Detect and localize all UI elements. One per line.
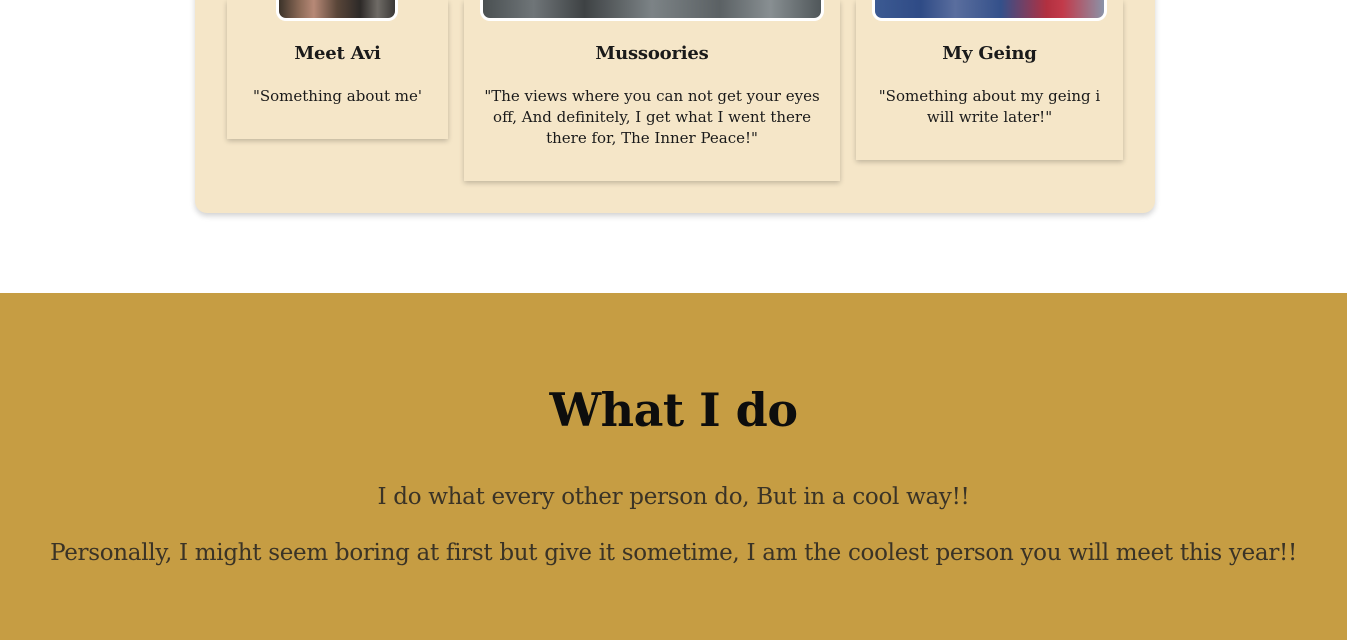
- section-text-line-2: Personally, I might seem boring at first…: [50, 540, 1297, 566]
- card-image: [276, 0, 398, 21]
- section-text-line-1: I do what every other person do, But in …: [377, 484, 970, 510]
- card-mussoories: Mussoories "The views where you can not …: [464, 0, 840, 181]
- card-title: Mussoories: [595, 43, 709, 64]
- card-text: "Something about my geing i will write l…: [878, 87, 1101, 126]
- card-my-geing: My Geing "Something about my geing i wil…: [856, 0, 1123, 160]
- card-text: "The views where you can not get your ey…: [484, 87, 820, 147]
- card-title: Meet Avi: [294, 43, 381, 64]
- card-image: [872, 0, 1107, 21]
- section-heading: What I do: [549, 383, 798, 437]
- card-title: My Geing: [942, 43, 1037, 64]
- card-meet-avi: Meet Avi "Something about me': [227, 0, 448, 139]
- card-text: "Something about me': [252, 87, 423, 105]
- what-i-do-section: What I do I do what every other person d…: [0, 293, 1347, 640]
- card-image: [480, 0, 824, 21]
